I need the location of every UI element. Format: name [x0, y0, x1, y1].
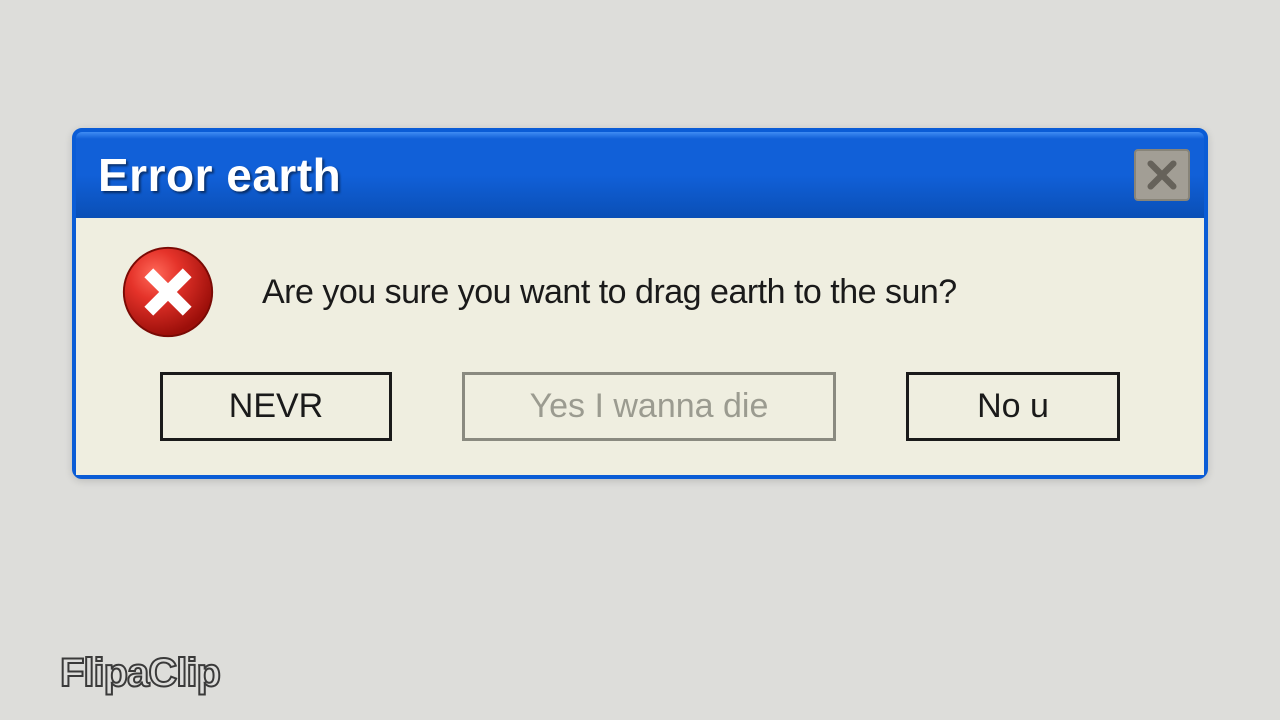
dialog-title: Error earth	[98, 148, 341, 202]
close-button[interactable]	[1134, 149, 1190, 201]
dialog-message: Are you sure you want to drag earth to t…	[262, 273, 957, 312]
dialog-body: Are you sure you want to drag earth to t…	[76, 218, 1204, 475]
nou-button[interactable]: No u	[906, 372, 1120, 441]
message-row: Are you sure you want to drag earth to t…	[116, 244, 1164, 340]
button-row: NEVR Yes I wanna die No u	[116, 372, 1164, 445]
watermark-text: FlipaClip	[60, 651, 220, 696]
error-dialog: Error earth Are you sure you want to dr	[72, 128, 1208, 479]
close-icon	[1145, 158, 1179, 192]
yes-button[interactable]: Yes I wanna die	[462, 372, 836, 441]
error-icon	[120, 244, 216, 340]
dialog-titlebar[interactable]: Error earth	[76, 132, 1204, 218]
nevr-button[interactable]: NEVR	[160, 372, 392, 441]
